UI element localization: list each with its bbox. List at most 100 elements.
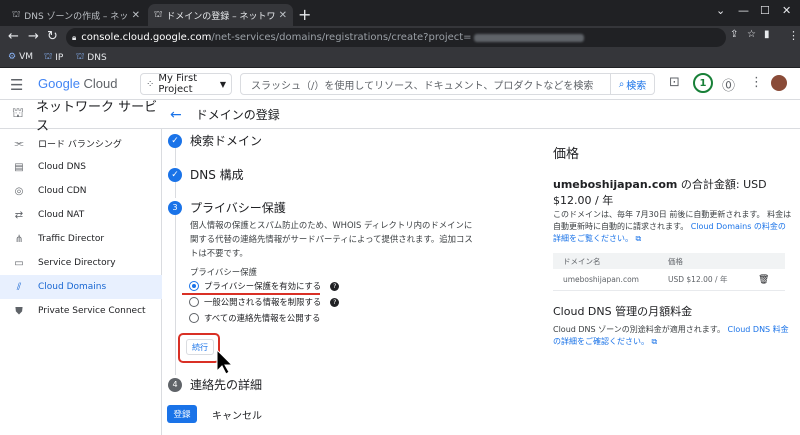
radio-publish-all[interactable]: すべての連絡先情報を公開する [189, 312, 320, 324]
sidebar-header: ⛫ ネットワーク サービス [0, 100, 162, 134]
dns-fee-title: Cloud DNS 管理の月額料金 [553, 305, 693, 318]
project-icon: ⁘ [146, 78, 155, 90]
help-icon[interactable]: ⓪ [722, 75, 735, 94]
help-icon[interactable]: ? [330, 297, 340, 307]
maximize-icon[interactable]: ☐ [760, 4, 770, 17]
cloud-shell-icon[interactable]: ⊡ [669, 75, 680, 90]
bookmark-vm[interactable]: ⚙ VM [8, 52, 33, 62]
bookmark-cloud-icon: ⚙ [8, 52, 17, 62]
bookmark-label: VM [19, 52, 33, 62]
dropdown-triangle-icon: ▼ [219, 79, 226, 89]
share-icon[interactable]: ⇪ [730, 29, 738, 40]
radio-unselected[interactable] [189, 297, 199, 307]
dns-fee-text: Cloud DNS ゾーンの別途料金が適用されます。 [553, 325, 725, 334]
sidebar-title: ネットワーク サービス [35, 99, 158, 134]
step-privacy[interactable]: 3 プライバシー保護 [168, 199, 286, 216]
load-balancing-icon: ⫘ [14, 137, 24, 149]
step-label: 連絡先の詳細 [190, 378, 263, 392]
sidebar-item-label: Private Service Connect [38, 306, 146, 316]
close-tab-icon[interactable]: ✕ [132, 10, 140, 21]
radio-limit-public-info[interactable]: 一般公開される情報を制限する ? [189, 296, 340, 308]
url-path: /net-services/domains/registrations/crea… [211, 32, 472, 43]
sidebar-item-label: Cloud DNS [38, 162, 86, 172]
minimize-icon[interactable]: — [738, 4, 749, 17]
bookmark-ip[interactable]: ⛫ IP [44, 52, 63, 63]
privacy-description: 個人情報の保護とスパム防止のため、WHOIS ディレクトリ内のドメインに関する代… [190, 220, 473, 258]
close-window-icon[interactable]: ✕ [782, 4, 791, 17]
table-row: umeboshijapan.com USD $12.00 / 年 🗑︎ [553, 269, 785, 291]
radio-label: 一般公開される情報を制限する [204, 297, 322, 307]
bookmark-label: DNS [87, 52, 107, 63]
radio-selected[interactable] [189, 281, 199, 291]
sidebar-item-load-balancing[interactable]: ⫘ ロード バランシング [0, 131, 162, 155]
browser-menu-icon[interactable]: ⋮ [788, 29, 799, 42]
search-button[interactable]: ⌕ 検索 [610, 74, 654, 94]
step-dns-config[interactable]: ✓ DNS 構成 [168, 166, 244, 183]
search-input[interactable]: スラッシュ（/）を使用してリソース、ドキュメント、プロダクトなどを検索 [241, 77, 610, 92]
search-icon: ⌕ [618, 78, 625, 90]
page-title: ドメインの登録 [195, 108, 280, 122]
sidebar-item-cloud-dns[interactable]: ▤ Cloud DNS [0, 155, 162, 179]
back-arrow-icon[interactable]: ← [8, 29, 19, 44]
project-name: My First Project [158, 73, 198, 95]
sidebar-item-label: ロード バランシング [38, 139, 122, 150]
network-services-favicon-icon: ⛫ [12, 9, 21, 20]
sidebar-item-label: Cloud NAT [38, 210, 85, 220]
sidebar-item-cloud-domains[interactable]: ⫽ Cloud Domains [0, 275, 162, 299]
logo-cloud-text: Cloud [79, 76, 118, 91]
step-contact-details[interactable]: 4 連絡先の詳細 [168, 376, 262, 393]
bookmark-label: IP [55, 52, 64, 63]
browser-tab-strip: ⛫ DNS ゾーンの作成 – ネットワーク サービス ✕ ⛫ ドメインの登録 –… [0, 0, 800, 26]
close-tab-icon[interactable]: ✕ [279, 10, 287, 21]
back-arrow-icon[interactable]: ← [170, 107, 182, 123]
forward-arrow-icon[interactable]: → [28, 29, 39, 44]
sidebar-item-cloud-nat[interactable]: ⇄ Cloud NAT [0, 203, 162, 227]
register-button[interactable]: 登録 [167, 405, 197, 423]
check-icon: ✓ [168, 167, 182, 182]
search-box[interactable]: スラッシュ（/）を使用してリソース、ドキュメント、プロダクトなどを検索 ⌕ 検索 [240, 73, 655, 95]
bookmark-dns[interactable]: ⛫ DNS [76, 52, 107, 63]
cloud-cdn-icon: ◎ [14, 185, 24, 197]
price-total: umeboshijapan.com の合計金額: USD $12.00 / 年 [553, 177, 793, 209]
project-selector[interactable]: ⁘ My First Project ▼ [140, 73, 232, 95]
hamburger-menu-icon[interactable]: ☰ [10, 76, 23, 94]
sidebar-item-cloud-cdn[interactable]: ◎ Cloud CDN [0, 179, 162, 203]
cloud-nat-icon: ⇄ [14, 209, 24, 221]
step-number: 4 [168, 377, 182, 392]
help-icon[interactable]: ? [330, 281, 340, 291]
step-search-domain[interactable]: ✓ 検索ドメイン [168, 132, 262, 149]
price-table: ドメイン名 価格 umeboshijapan.com USD $12.00 / … [553, 253, 785, 291]
sidebar-item-label: Cloud CDN [38, 186, 87, 196]
tab-search-chevron-icon[interactable]: ⌄ [716, 4, 725, 17]
row-domain: umeboshijapan.com [563, 275, 639, 284]
logo-google-text: Google [38, 76, 80, 91]
user-avatar[interactable] [771, 75, 787, 91]
new-tab-icon[interactable]: + [298, 5, 311, 24]
address-bar[interactable]: 🔒︎ console.cloud.google.com /net-service… [66, 28, 726, 47]
column-header: 価格 [668, 256, 683, 266]
external-link-icon: ⧉ [651, 337, 658, 346]
cloud-domains-icon: ⫽ [16, 281, 22, 293]
radio-enable-privacy[interactable]: プライバシー保護を有効にする ? [189, 280, 340, 292]
renewal-info: このドメインは、毎年 7月30日 前後に自動更新されます。 料金は自動更新時に自… [553, 209, 793, 245]
sidebar-item-traffic-director[interactable]: ⋔ Traffic Director [0, 227, 162, 251]
step-connector [175, 215, 176, 375]
step-label: プライバシー保護 [190, 201, 286, 215]
cancel-button[interactable]: キャンセル [212, 407, 262, 422]
notification-badge[interactable]: 1 [693, 73, 713, 93]
reload-icon[interactable]: ↻ [47, 29, 58, 44]
browser-tab-2-active[interactable]: ⛫ ドメインの登録 – ネットワーク サービス ✕ [148, 4, 293, 26]
tab-title: DNS ゾーンの作成 – ネットワーク サービス [24, 11, 128, 22]
delete-trash-icon[interactable]: 🗑︎ [758, 275, 783, 285]
radio-unselected[interactable] [189, 313, 199, 323]
google-cloud-logo[interactable]: Google Cloud [38, 76, 118, 91]
bookmark-star-icon[interactable]: ☆ [747, 29, 756, 40]
continue-button[interactable]: 続行 [186, 339, 214, 355]
side-panel-icon[interactable]: ▮ [764, 29, 770, 40]
sidebar-item-private-service-connect[interactable]: ⛊ Private Service Connect [0, 299, 162, 323]
sidebar-item-service-directory[interactable]: ▭ Service Directory [0, 251, 162, 275]
price-table-header: ドメイン名 価格 [553, 253, 785, 269]
highlight-underline [182, 293, 320, 295]
more-options-icon[interactable]: ⋮ [750, 75, 763, 90]
browser-tab-1[interactable]: ⛫ DNS ゾーンの作成 – ネットワーク サービス ✕ [6, 4, 146, 26]
